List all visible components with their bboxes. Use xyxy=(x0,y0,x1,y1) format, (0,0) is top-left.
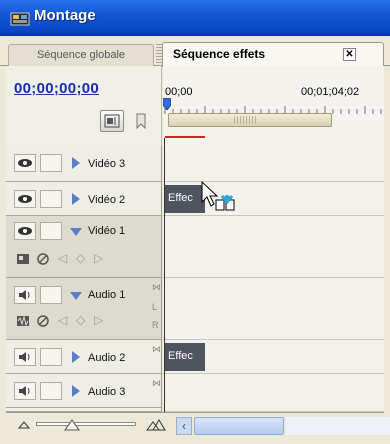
zoom-slider-track[interactable] xyxy=(36,422,136,426)
collapse-track-icon[interactable] xyxy=(70,228,82,236)
lock-toggle[interactable] xyxy=(40,382,62,400)
expand-track-icon[interactable] xyxy=(72,351,80,363)
zoom-out-icon[interactable] xyxy=(18,419,30,429)
channel-left-label: L xyxy=(152,302,158,312)
track-name: Audio 1 xyxy=(88,289,126,301)
prev-keyframe-icon[interactable]: ◁ xyxy=(58,313,67,327)
lock-toggle[interactable] xyxy=(40,154,62,172)
add-keyframe-icon[interactable]: ◇ xyxy=(76,313,85,327)
render-status-bar xyxy=(165,136,205,138)
waveform-icon[interactable] xyxy=(16,314,30,328)
snap-button[interactable] xyxy=(100,110,124,132)
marker-icon[interactable] xyxy=(135,112,147,130)
track-header-audio-1[interactable]: Audio 1 ⋈ L R ◁ ◇ ▷ xyxy=(6,278,162,340)
timeline-bottom-bar: ‹ xyxy=(6,412,390,440)
playhead-handle-icon[interactable] xyxy=(163,98,171,110)
mouse-cursor-icon xyxy=(201,180,235,211)
ruler-label-start: 00;00 xyxy=(165,86,193,98)
window-title: Montage xyxy=(34,7,96,24)
next-keyframe-icon[interactable]: ▷ xyxy=(94,313,103,327)
work-area-grip[interactable] xyxy=(234,116,256,124)
lock-toggle[interactable] xyxy=(40,190,62,208)
horizontal-scrollbar-thumb[interactable] xyxy=(194,417,284,435)
eye-icon[interactable] xyxy=(14,190,36,208)
speaker-icon[interactable] xyxy=(14,286,36,304)
lane-audio-3[interactable] xyxy=(163,374,384,412)
track-name: Vidéo 1 xyxy=(88,225,126,237)
lane-video-1[interactable] xyxy=(163,216,384,278)
window-title-bar[interactable]: Montage xyxy=(0,0,390,36)
tab-sequence-effets-label: Séquence effets xyxy=(173,47,266,61)
lock-toggle[interactable] xyxy=(40,348,62,366)
current-timecode[interactable]: 00;00;00;00 xyxy=(14,80,99,97)
timeline-header-controls xyxy=(6,66,162,146)
display-style-icon[interactable] xyxy=(16,252,30,266)
track-header-audio-3[interactable]: Audio 3 ⋈ xyxy=(6,374,162,408)
tab-sequence-globale[interactable]: Séquence globale xyxy=(8,44,154,66)
track-header-video-1[interactable]: Vidéo 1 ◁ ◇ ▷ xyxy=(6,216,162,278)
keyframe-toggle-icon[interactable] xyxy=(36,252,50,266)
add-keyframe-icon[interactable]: ◇ xyxy=(76,251,85,265)
speaker-icon[interactable] xyxy=(14,348,36,366)
tab-sequence-effets[interactable]: Séquence effets ✕ xyxy=(162,42,384,67)
prev-keyframe-icon[interactable]: ◁ xyxy=(58,251,67,265)
collapse-track-icon[interactable] xyxy=(70,292,82,300)
sequence-tab-strip: Séquence globale Séquence effets ✕ xyxy=(0,36,390,67)
track-header-audio-2[interactable]: Audio 2 ⋈ xyxy=(6,340,162,374)
snap-icon xyxy=(104,114,120,128)
lane-video-3[interactable] xyxy=(163,146,384,182)
track-name: Vidéo 3 xyxy=(88,158,126,170)
speaker-icon[interactable] xyxy=(14,382,36,400)
eye-icon[interactable] xyxy=(14,222,36,240)
lock-toggle[interactable] xyxy=(40,222,62,240)
clip-audio-2[interactable]: Effec xyxy=(165,343,205,371)
expand-track-icon[interactable] xyxy=(72,193,80,205)
clip-video-2[interactable]: Effec xyxy=(165,185,205,213)
track-name: Audio 3 xyxy=(88,386,126,398)
sync-icon: ⋈ xyxy=(152,282,161,292)
lane-audio-1[interactable] xyxy=(163,278,384,340)
eye-icon[interactable] xyxy=(14,154,36,172)
expand-track-icon[interactable] xyxy=(72,157,80,169)
next-keyframe-icon[interactable]: ▷ xyxy=(94,251,103,265)
expand-track-icon[interactable] xyxy=(72,385,80,397)
ruler-label-end: 00;01;04;02 xyxy=(301,86,360,98)
track-header-video-2[interactable]: Vidéo 2 xyxy=(6,182,162,216)
horizontal-scrollbar-track[interactable] xyxy=(286,417,390,435)
channel-right-label: R xyxy=(152,320,159,330)
sync-icon: ⋈ xyxy=(152,344,161,354)
lock-toggle[interactable] xyxy=(40,286,62,304)
track-header-video-3[interactable]: Vidéo 3 xyxy=(6,146,162,182)
sync-icon: ⋈ xyxy=(152,378,161,388)
scroll-left-button[interactable]: ‹ xyxy=(176,417,192,435)
playhead-line[interactable] xyxy=(164,138,165,422)
close-tab-icon[interactable]: ✕ xyxy=(343,48,356,61)
track-name: Audio 2 xyxy=(88,352,126,364)
keyframe-toggle-icon[interactable] xyxy=(36,314,50,328)
zoom-slider-thumb[interactable] xyxy=(64,419,80,431)
zoom-in-icon[interactable] xyxy=(146,417,166,431)
track-name: Vidéo 2 xyxy=(88,194,126,206)
film-icon xyxy=(10,12,30,26)
